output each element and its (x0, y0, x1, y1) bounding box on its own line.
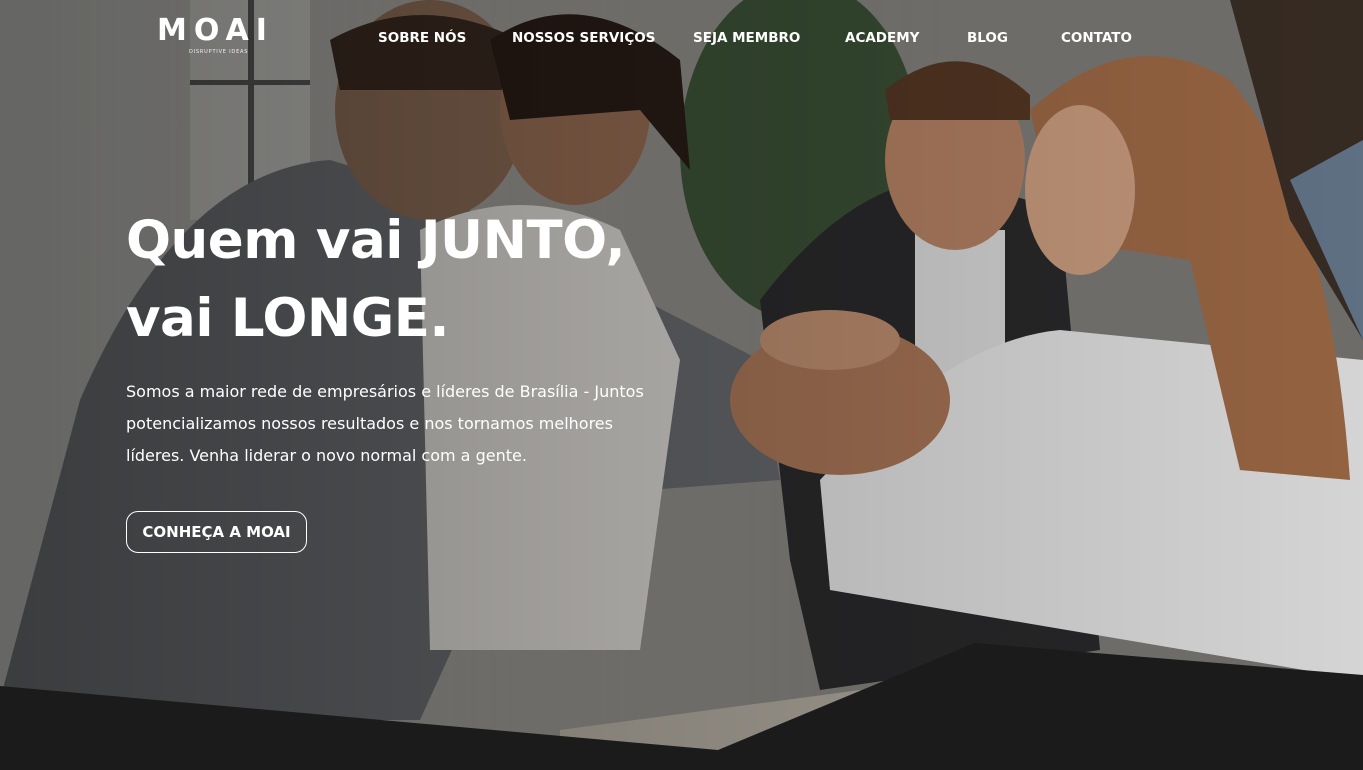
hero-description-line-2: potencializamos nossos resultados e nos … (126, 414, 613, 433)
conheca-a-moai-button[interactable]: CONHEÇA A MOAI (126, 511, 307, 553)
hero-description-line-3: líderes. Venha liderar o novo normal com… (126, 446, 527, 465)
hero-description: Somos a maior rede de empresários e líde… (126, 376, 666, 472)
nav-item-academy[interactable]: ACADEMY (845, 29, 919, 47)
hero-headline-line-1: Quem vai JUNTO, (126, 210, 626, 271)
logo-tagline: DISRUPTIVE IDEAS (189, 49, 249, 55)
nav-item-sobre-nos[interactable]: SOBRE NÓS (378, 29, 466, 47)
hero-section: MOAI DISRUPTIVE IDEAS SOBRE NÓS NOSSOS S… (0, 0, 1363, 770)
nav-item-nossos-servicos[interactable]: NOSSOS SERVIÇOS (512, 29, 655, 47)
nav-item-seja-membro[interactable]: SEJA MEMBRO (693, 29, 800, 47)
nav-item-blog[interactable]: BLOG (967, 29, 1008, 47)
hero-description-line-1: Somos a maior rede de empresários e líde… (126, 382, 644, 401)
hero-headline: Quem vai JUNTO, vai LONGE. (126, 202, 626, 358)
nav-item-contato[interactable]: CONTATO (1061, 29, 1132, 47)
moai-logo[interactable]: MOAI DISRUPTIVE IDEAS (153, 13, 274, 56)
logo-wordmark: MOAI (157, 13, 274, 48)
hero-headline-line-2: vai LONGE. (126, 288, 450, 349)
